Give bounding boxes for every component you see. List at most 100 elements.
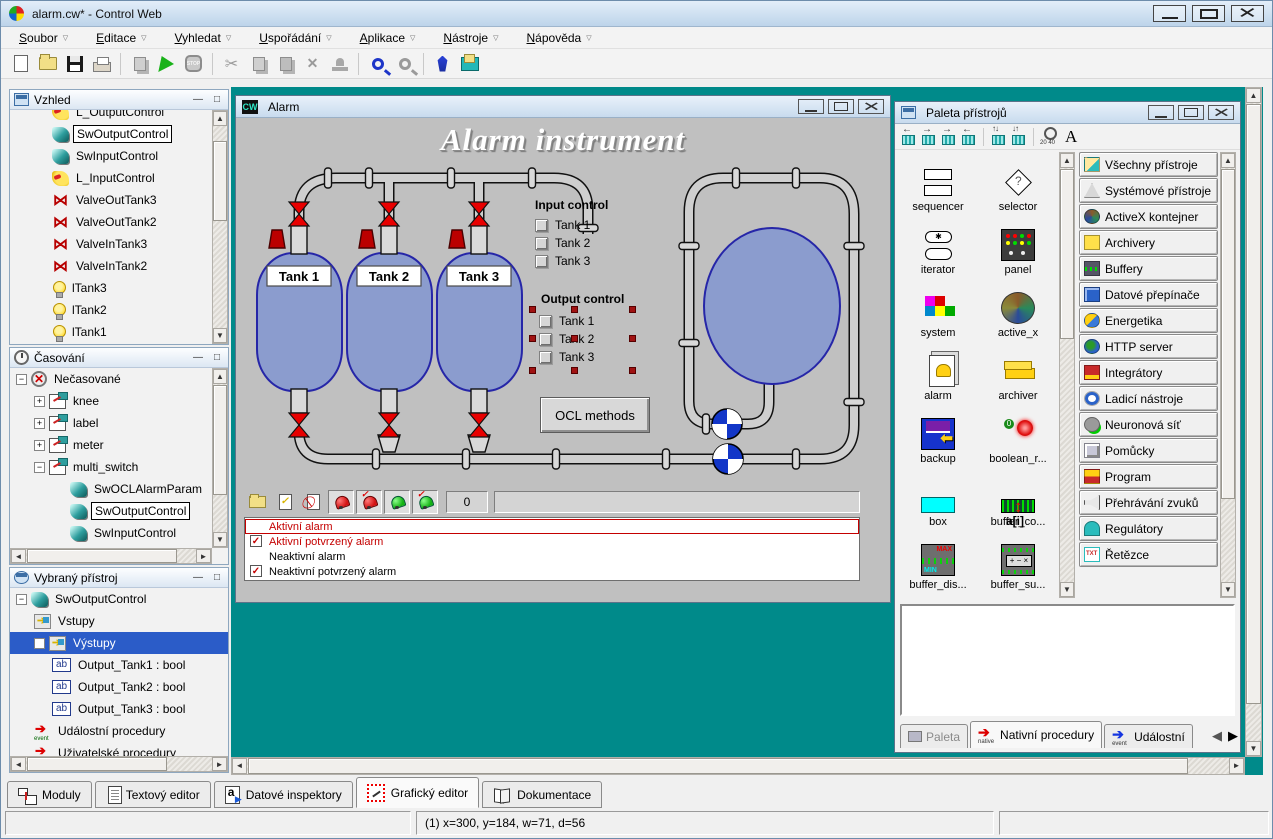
scroll-right-icon[interactable]: ►: [212, 757, 227, 771]
tree-item[interactable]: SwInputControl: [64, 522, 228, 544]
scroll-down-icon[interactable]: ▼: [1060, 582, 1074, 597]
tree-item[interactable]: L_InputControl: [46, 167, 228, 189]
copy-button[interactable]: [246, 52, 271, 76]
selection-handle[interactable]: [571, 306, 578, 313]
scroll-up-icon[interactable]: ▲: [213, 369, 227, 384]
show-inactive-acknowledged-toggle[interactable]: ✓: [412, 490, 438, 514]
ack-checkbox-checked[interactable]: ✓: [250, 535, 262, 547]
menu-nastroje[interactable]: Nástroje: [435, 28, 506, 48]
scroll-left-icon[interactable]: ◄: [11, 549, 26, 563]
category-datove-prepinace[interactable]: Datové přepínače: [1079, 282, 1218, 307]
instrument-box[interactable]: box: [898, 467, 978, 530]
ack-checkbox-checked[interactable]: ✓: [250, 565, 262, 577]
maximize-button[interactable]: [1178, 105, 1204, 120]
print-button[interactable]: [89, 52, 114, 76]
alarm-row-inactive[interactable]: Neaktivní alarm: [245, 549, 859, 564]
order-down-button[interactable]: [1010, 127, 1027, 146]
alarm-ack-document-button[interactable]: [272, 490, 298, 514]
tree-item[interactable]: ValveOutTank2: [46, 211, 228, 233]
instrument-system[interactable]: system: [898, 278, 978, 341]
output-tank3-checkbox[interactable]: [539, 351, 552, 364]
category-activex-kontejner[interactable]: ActiveX kontejner: [1079, 204, 1218, 229]
selection-handle[interactable]: [629, 306, 636, 313]
tree-item[interactable]: +meter: [28, 434, 228, 456]
tab-nativni-procedury[interactable]: Nativní procedury: [970, 721, 1102, 748]
category-systemove-pristroje[interactable]: Systémové přístroje: [1079, 178, 1218, 203]
scroll-up-icon[interactable]: ▲: [213, 111, 227, 126]
close-button[interactable]: ✕: [858, 99, 884, 114]
tab-graficky-editor[interactable]: Grafický editor: [356, 777, 479, 808]
zoom-in-button[interactable]: [365, 52, 390, 76]
tab-datove-inspektory[interactable]: Datové inspektory: [214, 781, 353, 808]
icon-size-button[interactable]: [1040, 127, 1060, 146]
instrument-iterator[interactable]: iterator: [898, 215, 978, 278]
panel-maximize-button[interactable]: □: [210, 93, 224, 107]
selection-handle[interactable]: [571, 367, 578, 374]
scroll-down-icon[interactable]: ▼: [1221, 582, 1235, 597]
new-document-button[interactable]: [8, 52, 33, 76]
scroll-thumb[interactable]: [1221, 169, 1235, 499]
stamp-button[interactable]: [327, 52, 352, 76]
scroll-down-icon[interactable]: ▼: [1246, 741, 1261, 756]
category-prehravani-zvuku[interactable]: Přehrávání zvuků: [1079, 490, 1218, 515]
align-left-button[interactable]: [900, 127, 917, 146]
instrument-alarm[interactable]: alarm: [898, 341, 978, 404]
instrument-grid-scrollbar[interactable]: ▲ ▼: [1059, 152, 1075, 598]
instrument-backup[interactable]: backup: [898, 404, 978, 467]
category-vsechny-pristroje[interactable]: Všechny přístroje: [1079, 152, 1218, 177]
expand-icon[interactable]: +: [34, 440, 45, 451]
collapse-icon[interactable]: −: [16, 374, 27, 385]
collapse-icon[interactable]: −: [34, 462, 45, 473]
scroll-left-icon[interactable]: ◄: [232, 758, 247, 774]
selection-handle[interactable]: [529, 335, 536, 342]
instrument-buffer-dis[interactable]: buffer_dis...: [898, 530, 978, 593]
show-active-alarms-toggle[interactable]: [328, 490, 354, 514]
category-http-server[interactable]: HTTP server: [1079, 334, 1218, 359]
tree-item[interactable]: −SwOutputControl: [10, 588, 228, 610]
move-right-button[interactable]: [940, 127, 957, 146]
tree-item[interactable]: Output_Tank3 : bool: [46, 698, 228, 720]
scroll-thumb[interactable]: [213, 385, 227, 495]
alarm-row-active-ack[interactable]: ✓Aktivní potvrzený alarm: [245, 534, 859, 549]
tree-item[interactable]: ValveOutTank3: [46, 189, 228, 211]
scroll-thumb[interactable]: [1060, 169, 1074, 339]
tree-item[interactable]: ValveInTank2: [46, 255, 228, 277]
pump-indicator-upper[interactable]: [712, 409, 742, 439]
tab-paleta[interactable]: Paleta: [900, 724, 968, 748]
alarm-clear-document-button[interactable]: [300, 490, 326, 514]
casovani-hscrollbar[interactable]: ◄ ►: [10, 548, 212, 564]
tree-item-selected[interactable]: −Výstupy: [10, 632, 228, 654]
menu-napoveda[interactable]: Nápověda: [519, 28, 600, 48]
cut-button[interactable]: [219, 52, 244, 76]
scroll-right-icon[interactable]: ►: [1229, 758, 1244, 774]
scroll-up-icon[interactable]: ▲: [1221, 153, 1235, 168]
panel-maximize-button[interactable]: □: [210, 571, 224, 585]
tree-item-focused[interactable]: SwOutputControl: [64, 500, 228, 522]
palette-window-button[interactable]: [457, 52, 482, 76]
ocl-methods-button[interactable]: OCL methods: [540, 397, 650, 433]
scroll-up-icon[interactable]: ▲: [1246, 88, 1261, 103]
tab-udalostni[interactable]: Událostní: [1104, 724, 1193, 748]
category-pomucky[interactable]: Pomůcky: [1079, 438, 1218, 463]
tree-item[interactable]: lTank2: [46, 299, 228, 321]
pump-indicator-lower[interactable]: [713, 444, 743, 474]
expand-icon[interactable]: +: [34, 396, 45, 407]
vzhled-vscrollbar[interactable]: ▲ ▼: [212, 110, 228, 344]
category-scrollbar[interactable]: ▲ ▼: [1220, 152, 1236, 598]
paste-button[interactable]: [273, 52, 298, 76]
instrument-buffer-co[interactable]: buffer_co...: [978, 467, 1058, 530]
category-regulatory[interactable]: Regulátory: [1079, 516, 1218, 541]
reload-button[interactable]: [127, 52, 152, 76]
tank-3[interactable]: Tank 3: [437, 253, 522, 391]
output-control-selection[interactable]: Tank 1 Tank 2 Tank 3: [533, 310, 624, 370]
tab-moduly[interactable]: Moduly: [7, 781, 92, 808]
tab-dokumentace[interactable]: Dokumentace: [482, 781, 602, 808]
minimize-button[interactable]: [1153, 5, 1186, 22]
tree-item[interactable]: SwOCLAlarmParam: [64, 478, 228, 500]
workspace-vscrollbar[interactable]: ▲ ▼: [1245, 87, 1262, 757]
tree-item[interactable]: lTank3: [46, 277, 228, 299]
selection-handle[interactable]: [529, 306, 536, 313]
scroll-thumb[interactable]: [27, 757, 167, 771]
main-tank[interactable]: [704, 228, 840, 384]
output-tank1-checkbox[interactable]: [539, 315, 552, 328]
